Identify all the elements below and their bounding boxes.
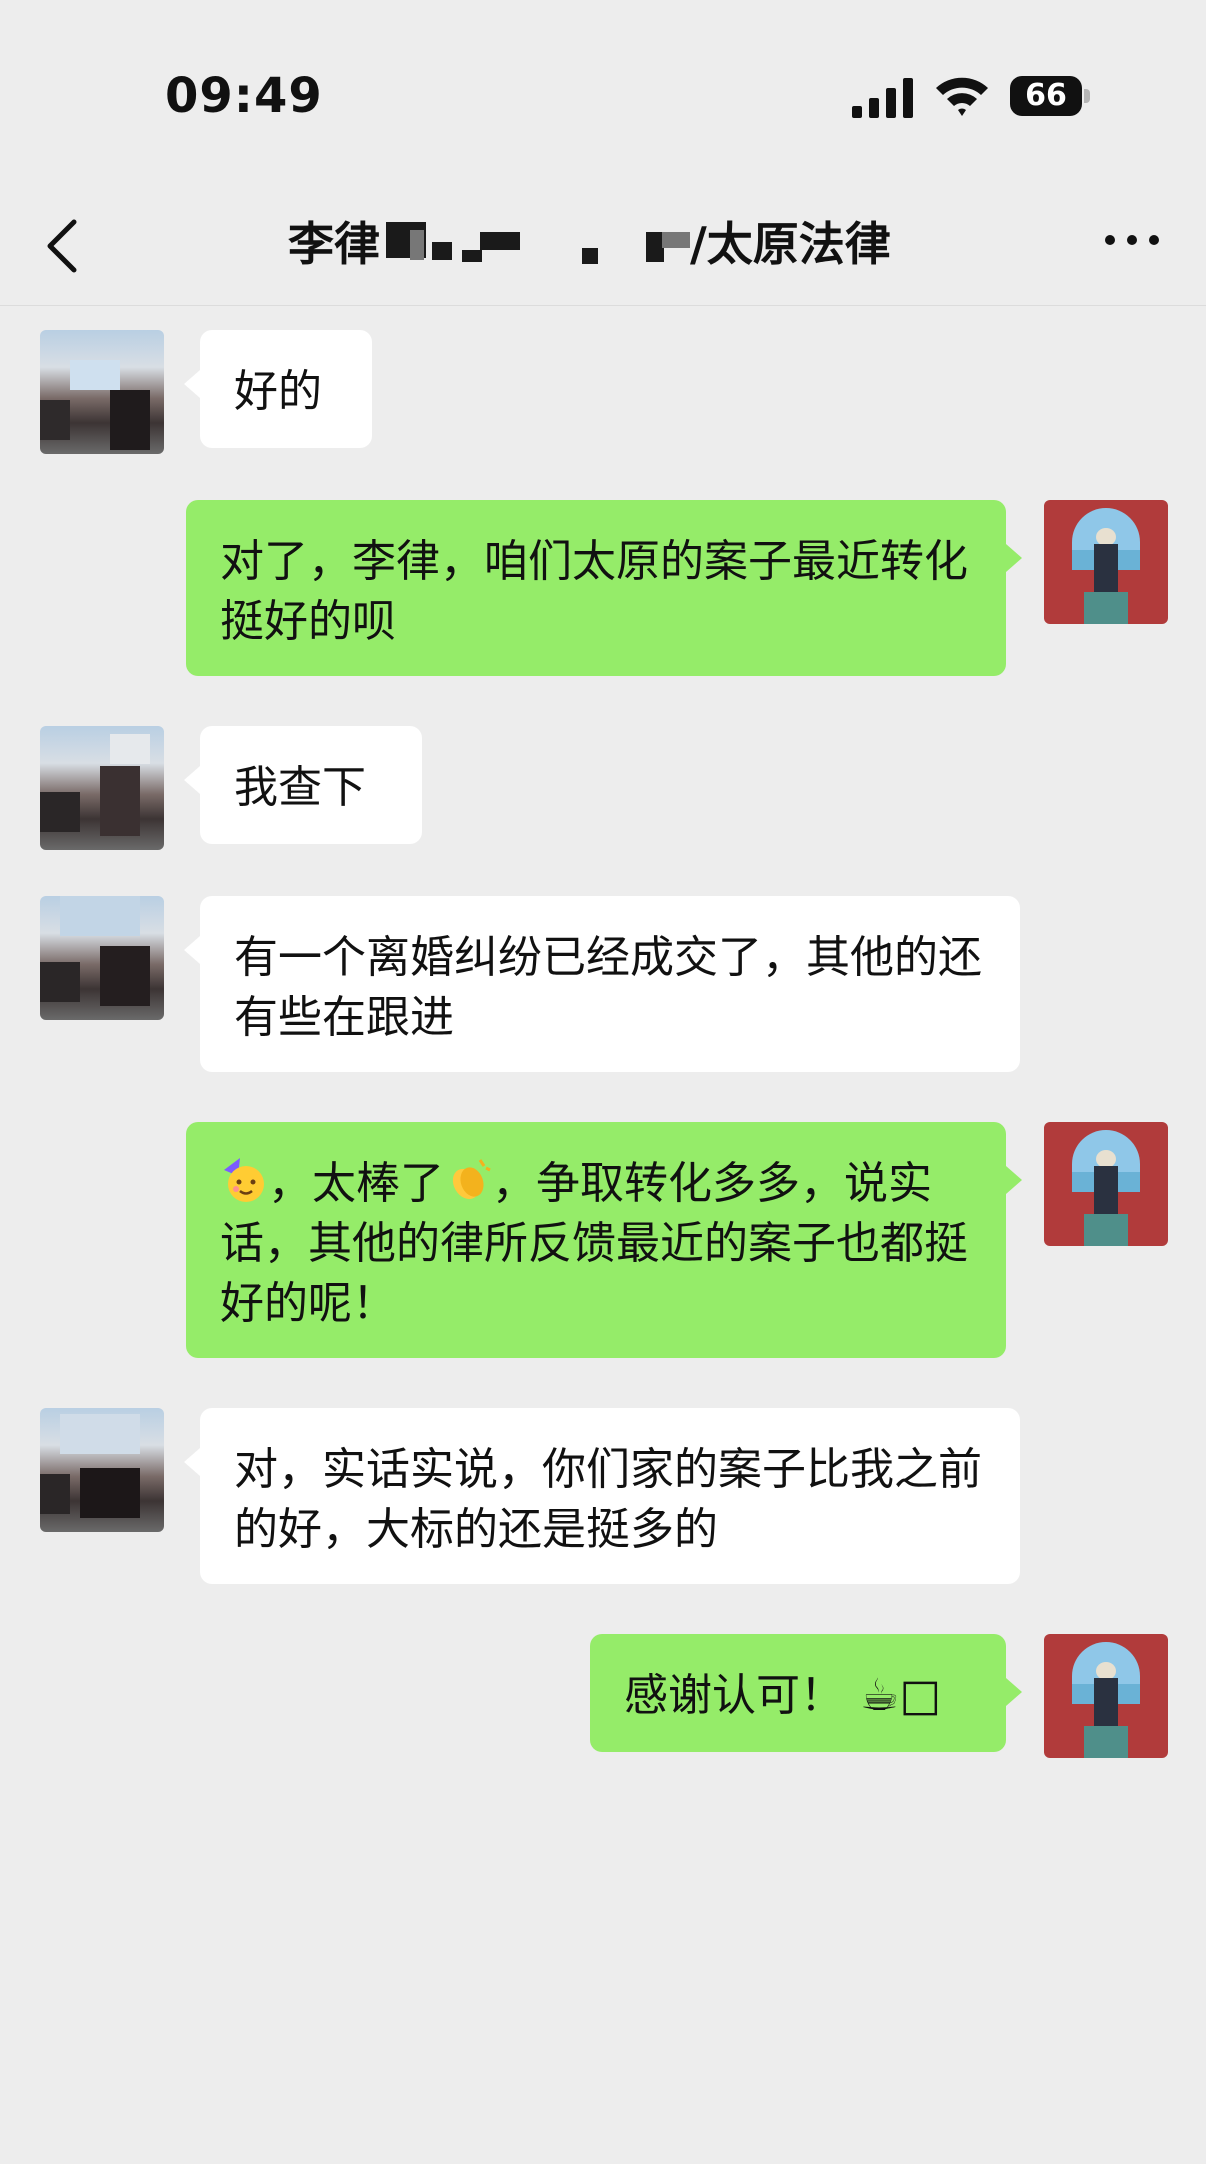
contact-avatar[interactable]: [40, 726, 164, 850]
my-avatar[interactable]: [1044, 1122, 1168, 1246]
party-face-emoji-icon: [224, 1158, 264, 1202]
status-time: 09:49: [165, 68, 323, 124]
chat-header: 李律 /太原法律: [0, 190, 1206, 306]
wifi-icon: [936, 77, 988, 116]
chat-title-prefix: 李律: [288, 217, 380, 271]
clapping-hands-emoji-icon: [452, 1159, 491, 1200]
redaction-block: [410, 230, 424, 260]
message-text: 我查下: [234, 762, 366, 813]
message-text: 对了，李律，咱们太原的案子最近转化挺好的呗: [220, 536, 968, 647]
message-bubble-sent[interactable]: ，太棒了 ，争取转化多多，说实话，其他的律所反馈最近的案子也都挺好的呢！: [186, 1122, 1022, 1358]
message-bubble-sent[interactable]: 感谢认可！ ☕□: [590, 1634, 1022, 1752]
redaction-block: [432, 242, 452, 260]
redaction-block: [582, 248, 598, 264]
contact-avatar[interactable]: [40, 1408, 164, 1532]
redaction-block: [662, 232, 690, 248]
status-bar: 09:49 66: [0, 0, 1206, 190]
message-text: 对，实话实说，你们家的案子比我之前的好，大标的还是挺多的: [234, 1444, 982, 1555]
redaction-block: [462, 250, 482, 262]
message-bubble-received[interactable]: 对，实话实说，你们家的案子比我之前的好，大标的还是挺多的: [184, 1408, 1020, 1584]
coffee-emoji-icon: ☕□: [860, 1670, 942, 1721]
back-chevron-icon[interactable]: [42, 216, 82, 276]
my-avatar[interactable]: [1044, 500, 1168, 624]
message-text: 感谢认可！: [624, 1670, 844, 1721]
my-avatar[interactable]: [1044, 1634, 1168, 1758]
message-bubble-received[interactable]: 我查下: [184, 726, 422, 844]
redaction-block: [480, 232, 520, 250]
chat-title-suffix: /太原法律: [690, 217, 891, 271]
contact-avatar[interactable]: [40, 896, 164, 1020]
contact-avatar[interactable]: [40, 330, 164, 454]
message-bubble-received[interactable]: 有一个离婚纠纷已经成交了，其他的还有些在跟进: [184, 896, 1020, 1072]
cellular-signal-icon: [852, 78, 913, 118]
message-text: 有一个离婚纠纷已经成交了，其他的还有些在跟进: [234, 932, 982, 1043]
message-bubble-sent[interactable]: 对了，李律，咱们太原的案子最近转化挺好的呗: [186, 500, 1022, 676]
chat-title: 李律 /太原法律: [200, 208, 1006, 271]
battery-icon: 66: [1010, 76, 1090, 116]
battery-level: 66: [1025, 78, 1067, 113]
more-options-icon[interactable]: [1102, 230, 1162, 250]
message-text: ，太棒了: [268, 1158, 444, 1209]
message-bubble-received[interactable]: 好的: [184, 330, 372, 448]
message-text: 好的: [234, 366, 322, 417]
